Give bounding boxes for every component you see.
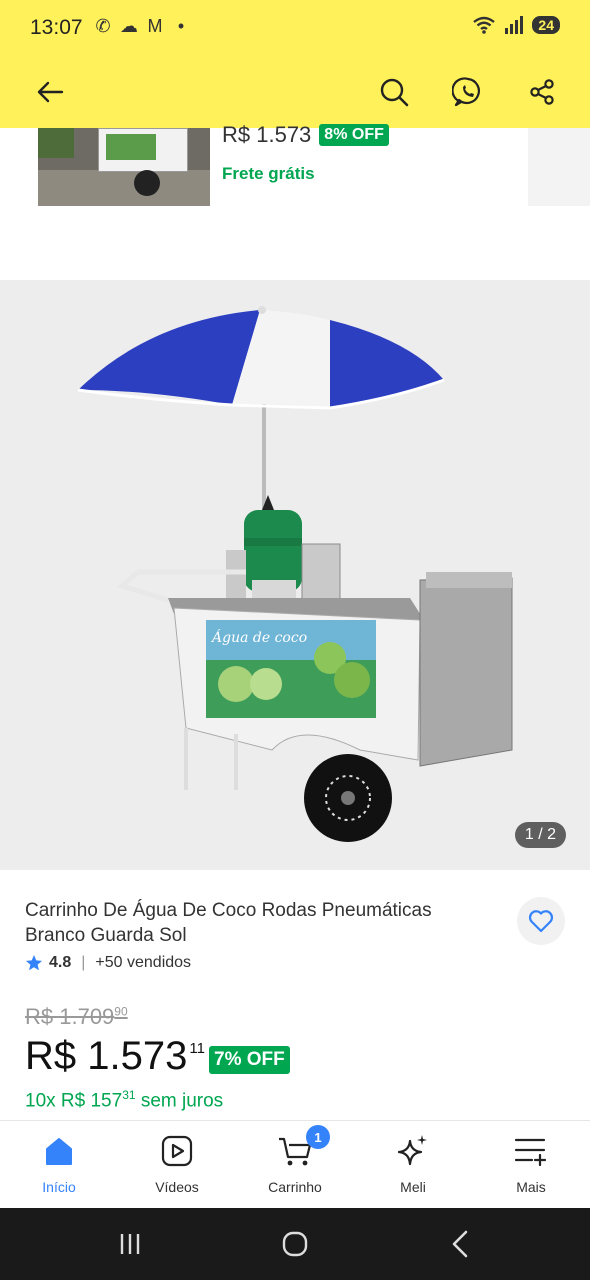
nav-videos[interactable]: Vídeos bbox=[118, 1131, 236, 1205]
related-discount-badge: 8% OFF bbox=[319, 124, 389, 146]
current-price: R$ 1.573 11 bbox=[25, 1034, 205, 1079]
current-price-value: R$ 1.573 bbox=[25, 1034, 188, 1078]
whatsapp-notification-icon: ✆ bbox=[95, 16, 111, 36]
recents-button[interactable] bbox=[100, 1224, 160, 1264]
cart-badge: 1 bbox=[306, 1125, 330, 1149]
whatsapp-share-button[interactable] bbox=[446, 70, 490, 114]
related-price: R$ 1.573 bbox=[222, 122, 312, 147]
arrow-left-icon bbox=[37, 81, 64, 103]
related-product-strip: R$ 1.573 8% OFF Frete grátis bbox=[0, 122, 590, 278]
status-bar: 13:07 ✆ ☁ M • 24 bbox=[0, 0, 590, 56]
home-circle-icon bbox=[282, 1231, 308, 1257]
share-icon bbox=[530, 79, 554, 105]
star-icon bbox=[26, 955, 42, 971]
wifi-icon bbox=[473, 16, 496, 34]
chevron-left-icon bbox=[452, 1230, 468, 1258]
nav-meli[interactable]: Meli bbox=[354, 1131, 472, 1205]
nav-videos-label: Vídeos bbox=[155, 1179, 199, 1195]
cart-wheel bbox=[134, 170, 160, 196]
related-shipping: Frete grátis bbox=[222, 164, 315, 183]
installments: 10x R$ 15731 sem juros bbox=[25, 1088, 223, 1112]
product-image: Água de coco bbox=[77, 306, 513, 842]
installments-amount: 10x R$ 157 bbox=[25, 1090, 123, 1112]
home-icon bbox=[46, 1138, 72, 1165]
discount-badge: 7% OFF bbox=[209, 1046, 290, 1074]
rating-score: 4.8 bbox=[49, 954, 72, 971]
recents-icon bbox=[120, 1234, 140, 1254]
notification-icons: ✆ ☁ M • bbox=[92, 16, 192, 37]
nav-cart[interactable]: 1 Carrinho bbox=[236, 1125, 354, 1205]
installments-suffix: sem juros bbox=[140, 1090, 224, 1112]
sparkle-icon bbox=[397, 1135, 427, 1166]
back-system-button[interactable] bbox=[430, 1224, 490, 1264]
search-icon bbox=[380, 78, 409, 107]
cart-sign-text: Água de coco bbox=[210, 628, 307, 646]
video-icon bbox=[161, 1135, 193, 1167]
dot-icon: • bbox=[177, 16, 185, 36]
rating-row[interactable]: 4.8 | +50 vendidos bbox=[25, 954, 191, 972]
heart-icon bbox=[528, 910, 554, 933]
whatsapp-icon bbox=[452, 77, 480, 107]
related-price-row: R$ 1.573 8% OFF bbox=[222, 122, 389, 148]
image-counter: 1 / 2 bbox=[514, 822, 566, 848]
nav-more-label: Mais bbox=[516, 1179, 546, 1195]
original-price-cents: 90 bbox=[114, 1004, 128, 1019]
system-icons: 24 bbox=[472, 15, 560, 35]
sold-count: +50 vendidos bbox=[95, 954, 192, 971]
menu-plus-icon bbox=[514, 1138, 547, 1166]
next-related-card[interactable] bbox=[528, 128, 590, 206]
back-button[interactable] bbox=[28, 70, 72, 114]
current-price-cents: 11 bbox=[189, 1040, 205, 1057]
cart-sign bbox=[106, 134, 156, 160]
signal-icon bbox=[505, 16, 524, 34]
search-button[interactable] bbox=[372, 70, 416, 114]
battery-indicator: 24 bbox=[532, 16, 560, 34]
original-price-value: R$ 1.709 bbox=[25, 1004, 115, 1029]
home-system-button[interactable] bbox=[265, 1224, 325, 1264]
ground bbox=[38, 170, 210, 206]
share-button[interactable] bbox=[520, 70, 564, 114]
system-navigation-bar bbox=[0, 1208, 590, 1280]
related-product-image[interactable] bbox=[38, 128, 210, 206]
original-price: R$ 1.70990 bbox=[25, 1004, 128, 1030]
nav-cart-label: Carrinho bbox=[268, 1179, 322, 1195]
nav-more[interactable]: Mais bbox=[472, 1131, 590, 1205]
installments-cents: 31 bbox=[122, 1088, 136, 1102]
nav-home[interactable]: Início bbox=[0, 1131, 118, 1205]
product-title: Carrinho De Água De Coco Rodas Pneumátic… bbox=[25, 900, 432, 946]
app-header: 13:07 ✆ ☁ M • 24 bbox=[0, 0, 590, 128]
rating-divider: | bbox=[81, 954, 86, 971]
gmail-notification-icon: M bbox=[147, 16, 163, 36]
nav-meli-label: Meli bbox=[400, 1179, 426, 1195]
favorite-button[interactable] bbox=[517, 897, 565, 945]
bottom-navigation: Início Vídeos 1 Carrinho Meli Mais bbox=[0, 1120, 590, 1208]
app-notification-icon: ☁ bbox=[120, 16, 138, 36]
status-time: 13:07 bbox=[30, 16, 83, 39]
product-image-gallery[interactable]: Água de coco 1 / 2 bbox=[0, 280, 590, 870]
nav-home-label: Início bbox=[42, 1179, 76, 1195]
background-plants bbox=[38, 128, 74, 158]
